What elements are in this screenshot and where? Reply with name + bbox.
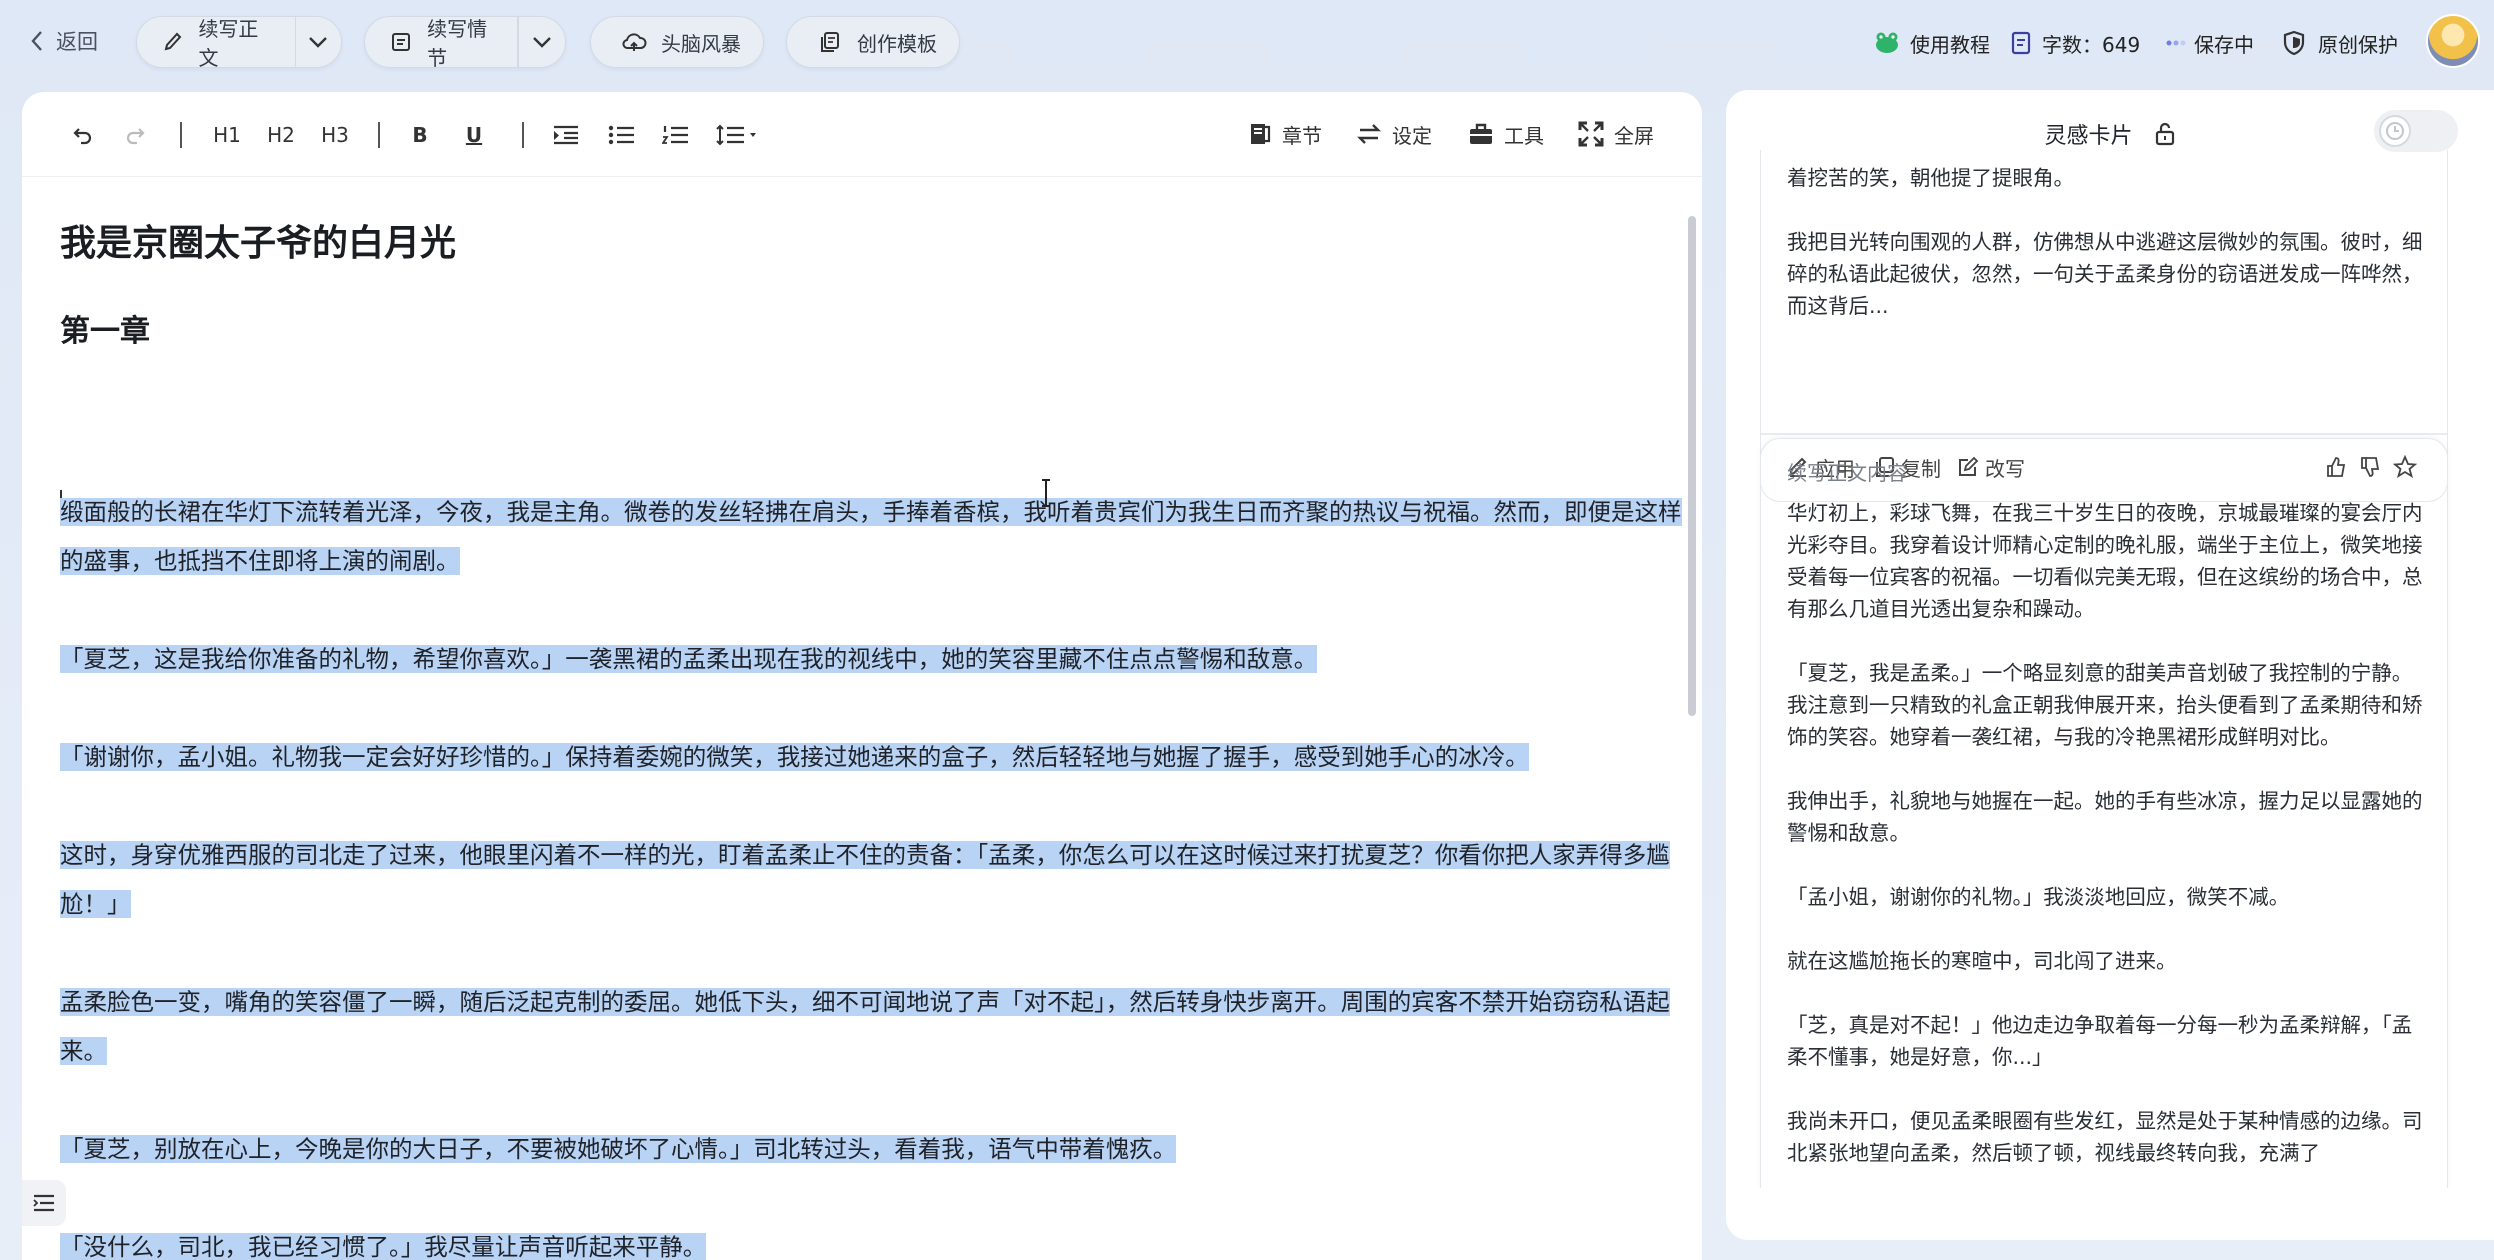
card-text: 着挖苦的笑，朝他提了提眼角。 我把目光转向围观的人群，仿佛想从中逃避这层微妙的氛… <box>1787 166 2423 318</box>
toolbox-icon <box>1470 123 1492 144</box>
card-text: 华灯初上，彩球飞舞，在我三十岁生日的夜晚，京城最璀璨的宴会厅内光彩夺目。我穿着设… <box>1787 501 2423 1165</box>
brainstorm-button[interactable]: 头脑风暴 <box>590 16 764 68</box>
fullscreen-label: 全屏 <box>1614 123 1654 148</box>
save-status-label: 保存中 <box>2194 32 2254 57</box>
settings-label: 设定 <box>1392 123 1432 148</box>
panel-footer <box>1726 1188 2494 1240</box>
undo-icon[interactable] <box>68 120 98 150</box>
fullscreen-button[interactable]: 全屏 <box>1578 116 1654 152</box>
text-cursor-icon <box>1042 479 1050 507</box>
inspiration-panel: 灵感卡片 着挖苦的笑，朝他提了提眼角。 我把目光转向围观的人群，仿佛想从中逃避这… <box>1726 90 2494 1240</box>
paragraph-text: 「夏芝，别放在心上，今晚是你的大日子，不要被她破坏了心情。」司北转过头，看着我，… <box>60 1135 1177 1163</box>
divider <box>522 122 524 148</box>
shield-icon <box>2283 30 2305 56</box>
chevron-down-icon[interactable] <box>296 36 341 48</box>
tutorial-link[interactable]: 使用教程 <box>1874 26 1990 60</box>
paragraph[interactable]: 孟柔脸色一变，嘴角的笑容僵了一瞬，随后泛起克制的委屈。她低下头，细不可闻地说了声… <box>60 978 1690 1076</box>
continue-text-button[interactable]: 续写正文 <box>136 16 342 70</box>
swap-icon <box>1357 124 1381 144</box>
template-label: 创作模板 <box>857 31 937 56</box>
chapter-icon <box>1251 124 1271 144</box>
continue-plot-label: 续写情节 <box>427 17 488 70</box>
heading-3-button[interactable]: H3 <box>318 120 352 150</box>
fullscreen-icon <box>1578 121 1604 147</box>
continue-plot-button[interactable]: 续写情节 <box>364 16 566 70</box>
continue-text-label: 续写正文 <box>198 17 259 70</box>
chevron-down-icon[interactable] <box>519 36 565 48</box>
divider <box>1761 433 2447 435</box>
editor-scrollbar[interactable] <box>1688 216 1696 716</box>
paragraph[interactable]: 「夏芝，这是我给你准备的礼物，希望你喜欢。」一袭黑裙的孟柔出现在我的视线中，她的… <box>60 635 1690 684</box>
cloud-icon <box>621 29 647 55</box>
chevron-left-icon <box>31 31 42 51</box>
brainstorm-label: 头脑风暴 <box>661 31 741 56</box>
menu-icon <box>33 1194 54 1212</box>
pen-icon <box>161 29 184 55</box>
document-icon <box>389 29 413 55</box>
template-icon <box>817 29 843 55</box>
divider <box>378 122 380 148</box>
save-status: 保存中 <box>2166 26 2254 60</box>
frog-icon <box>1876 32 1898 53</box>
template-button[interactable]: 创作模板 <box>786 16 960 68</box>
document-icon <box>2011 31 2031 55</box>
loading-dots-icon <box>2166 40 2186 46</box>
tutorial-label: 使用教程 <box>1910 32 1990 57</box>
editor-toolbar: H1 H2 H3 B U 章节 设定 工具 全屏 <box>22 92 1702 177</box>
clock-icon <box>2379 115 2411 147</box>
chapter-heading[interactable]: 第一章 <box>60 306 150 350</box>
editor-panel: H1 H2 H3 B U 章节 设定 工具 全屏 我是京圈太子爷的白月光 第一章… <box>22 92 1702 1260</box>
chapter-label: 章节 <box>1282 123 1322 148</box>
original-protection[interactable]: 原创保护 <box>2282 26 2398 60</box>
back-label: 返回 <box>56 30 98 54</box>
paragraph-text: 「夏芝，这是我给你准备的礼物，希望你喜欢。」一袭黑裙的孟柔出现在我的视线中，她的… <box>60 645 1318 673</box>
heading-2-button[interactable]: H2 <box>264 120 298 150</box>
settings-button[interactable]: 设定 <box>1356 116 1432 152</box>
indent-icon[interactable] <box>550 120 582 150</box>
word-count: 字数：649 <box>2010 26 2140 60</box>
underline-button[interactable]: U <box>462 120 486 150</box>
paragraph[interactable]: 「没什么，司北，我已经习惯了。」我尽量让声音听起来平静。 <box>60 1223 1690 1260</box>
line-height-icon[interactable] <box>714 120 762 150</box>
top-bar: 返回 续写正文 续写情节 头脑风暴 创作模板 使用教程 字数：649 保存中 原… <box>0 0 2494 86</box>
paragraph-text: 这时，身穿优雅西服的司北走了过来，他眼里闪着不一样的光，盯着孟柔止不住的责备：「… <box>60 841 1670 918</box>
numbered-list-icon[interactable] <box>660 120 692 150</box>
divider <box>180 122 182 148</box>
paragraph[interactable]: 「夏芝，别放在心上，今晚是你的大日子，不要被她破坏了心情。」司北转过头，看着我，… <box>60 1125 1690 1174</box>
paragraph-text: 缎面般的长裙在华灯下流转着光泽，今夜，我是主角。微卷的发丝轻拂在肩头，手捧着香槟… <box>60 498 1682 575</box>
paragraph-text: 孟柔脸色一变，嘴角的笑容僵了一瞬，随后泛起克制的委屈。她低下头，细不可闻地说了声… <box>60 988 1670 1065</box>
word-count-label: 字数：649 <box>2042 32 2141 57</box>
paragraph[interactable]: 「谢谢你，孟小姐。礼物我一定会好好珍惜的。」保持着委婉的微笑，我接过她递来的盒子… <box>60 733 1690 782</box>
bold-button[interactable]: B <box>408 120 432 150</box>
protection-label: 原创保护 <box>2318 32 2398 57</box>
tools-label: 工具 <box>1504 123 1544 148</box>
back-button[interactable]: 返回 <box>30 24 98 58</box>
paragraph-text: 「谢谢你，孟小姐。礼物我一定会好好珍惜的。」保持着委婉的微笑，我接过她递来的盒子… <box>60 743 1529 771</box>
paragraph-text: 「没什么，司北，我已经习惯了。」我尽量让声音听起来平静。 <box>60 1233 707 1260</box>
card-label: 续写正文内容 <box>1787 461 1907 485</box>
paragraph[interactable]: 缎面般的长裙在华灯下流转着光泽，今夜，我是主角。微卷的发丝轻拂在肩头，手捧着香槟… <box>60 488 1690 586</box>
document-title[interactable]: 我是京圈太子爷的白月光 <box>60 214 456 266</box>
unlock-icon[interactable] <box>2154 122 2176 146</box>
paragraph[interactable]: 这时，身穿优雅西服的司北走了过来，他眼里闪着不一样的光，盯着孟柔止不住的责备：「… <box>60 831 1690 929</box>
redo-icon[interactable] <box>120 120 150 150</box>
tools-button[interactable]: 工具 <box>1468 116 1544 152</box>
chapter-button[interactable]: 章节 <box>1248 116 1322 152</box>
outline-menu-button[interactable] <box>22 1180 66 1226</box>
panel-toggle[interactable] <box>2374 110 2458 152</box>
heading-1-button[interactable]: H1 <box>210 120 244 150</box>
inspiration-card: 续写正文内容 华灯初上，彩球飞舞，在我三十岁生日的夜晚，京城最璀璨的宴会厅内光彩… <box>1760 438 2448 1240</box>
avatar[interactable] <box>2426 14 2480 68</box>
panel-title: 灵感卡片 <box>2044 124 2133 149</box>
bullet-list-icon[interactable] <box>606 120 638 150</box>
